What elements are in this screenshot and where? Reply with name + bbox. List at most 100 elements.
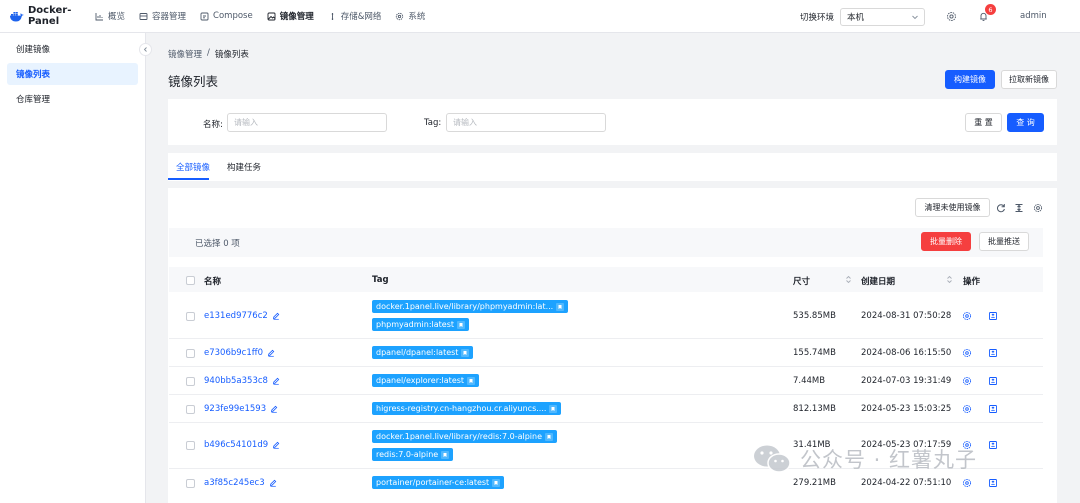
settings-icon[interactable] [962,376,973,387]
row-divider [169,366,1043,367]
nav-item-storage-network[interactable]: 存储&网络 [328,10,382,22]
user-menu[interactable]: admin [1020,11,1047,21]
edit-icon[interactable] [263,349,275,357]
nav-item-overview[interactable]: 概览 [95,10,125,22]
chart-icon [95,12,108,21]
image-name-link[interactable]: 923fe99e1593 [204,404,278,414]
image-tag[interactable]: dpanel/explorer:latest [372,374,480,387]
batch-delete-button[interactable]: 批量删除 [921,232,971,251]
image-name-link[interactable]: e7306b9c1ff0 [204,348,275,358]
sidebar-collapse-button[interactable] [139,43,152,56]
tag-search-input[interactable] [446,113,606,132]
settings-icon[interactable] [962,404,973,415]
edit-icon[interactable] [268,377,280,385]
query-button[interactable]: 查 询 [1007,113,1044,132]
image-tag[interactable]: docker.1panel.live/library/redis:7.0-alp… [372,430,558,443]
bookmark-icon [441,450,450,459]
push-image-icon[interactable] [988,376,999,387]
image-tag-label: docker.1panel.live/library/redis:7.0-alp… [376,432,543,441]
bookmark-icon [467,376,476,385]
nav-item-system[interactable]: 系统 [395,10,425,22]
column-header-tag: Tag [372,275,389,285]
settings-icon[interactable] [962,478,973,489]
clean-unused-images-button[interactable]: 清理未使用镜像 [915,198,990,217]
env-select[interactable]: 本机 [840,8,925,26]
nav-item-images[interactable]: 镜像管理 [267,10,314,22]
image-tag[interactable]: phpmyadmin:latest [372,318,470,331]
image-name-link[interactable]: e131ed9776c2 [204,311,280,321]
row-checkbox[interactable] [186,312,195,321]
sort-icon[interactable] [946,275,953,284]
column-header-created[interactable]: 创建日期 [861,275,895,287]
image-tag[interactable]: portainer/portainer-ce:latest [372,476,505,489]
select-all-checkbox[interactable] [186,276,195,285]
image-name-link[interactable]: a3f85c245ec3 [204,478,277,488]
image-size: 535.85MB [793,311,836,321]
nav-item-compose[interactable]: Compose [200,11,253,21]
sort-icon[interactable] [845,275,852,284]
edit-icon[interactable] [268,312,280,320]
nav-label: 存储&网络 [340,12,382,22]
column-header-actions: 操作 [963,277,981,287]
pull-image-button[interactable]: 拉取新镜像 [1001,70,1057,89]
tab-build-tasks[interactable]: 构建任务 [227,161,261,173]
chevron-down-icon [911,13,919,21]
column-settings-icon[interactable] [1031,201,1044,214]
breadcrumb-current: 镜像列表 [214,50,249,60]
image-created-date: 2024-05-23 15:03:25 [861,404,952,414]
image-tag-label: higress-registry.cn-hangzhou.cr.aliyuncs… [376,404,547,413]
sidebar-item-create-image[interactable]: 创建镜像 [7,38,138,60]
nav-item-containers[interactable]: 容器管理 [139,10,186,22]
image-created-date: 2024-04-22 07:51:10 [861,478,952,488]
row-checkbox[interactable] [186,377,195,386]
edit-icon[interactable] [266,405,278,413]
image-tag[interactable]: docker.1panel.live/library/phpmyadmin:la… [372,300,569,313]
settings-icon[interactable] [962,348,973,359]
image-tag[interactable]: dpanel/dpanel:latest [372,346,474,359]
batch-push-button[interactable]: 批量推送 [979,232,1029,251]
refresh-icon[interactable] [994,201,1007,214]
image-tag[interactable]: redis:7.0-alpine [372,448,454,461]
brand[interactable]: Docker-Panel [9,5,95,27]
row-checkbox[interactable] [186,349,195,358]
build-image-button[interactable]: 构建镜像 [945,70,995,89]
settings-icon[interactable] [944,9,958,23]
sidebar-item-image-list[interactable]: 镜像列表 [7,63,138,85]
reset-button[interactable]: 重 置 [965,113,1002,132]
column-header-size[interactable]: 尺寸 [793,275,810,287]
name-search-input[interactable] [227,113,387,132]
container-icon [139,12,152,21]
row-checkbox[interactable] [186,441,195,450]
column-header-name: 名称 [204,277,222,287]
settings-icon[interactable] [962,311,973,322]
image-size: 7.44MB [793,376,826,386]
image-created-date: 2024-08-31 07:50:28 [861,311,952,321]
env-select-value: 本机 [847,13,865,23]
push-image-icon[interactable] [988,311,999,322]
breadcrumb-separator: / [207,48,210,58]
settings-icon[interactable] [962,440,973,451]
push-image-icon[interactable] [988,440,999,451]
row-checkbox[interactable] [186,479,195,488]
edit-icon[interactable] [268,441,280,449]
edit-icon[interactable] [265,479,277,487]
image-id: b496c54101d9 [204,440,269,450]
tabs-card [168,153,1057,181]
image-name-link[interactable]: 940bb5a353c8 [204,376,280,386]
column-height-icon[interactable] [1012,201,1025,214]
storage-icon [328,12,341,21]
table-header [169,267,1043,292]
image-created-date: 2024-08-06 16:15:50 [861,348,952,358]
push-image-icon[interactable] [988,404,999,415]
row-checkbox[interactable] [186,405,195,414]
nav-label: 概览 [108,12,126,22]
image-created-date: 2024-05-23 07:17:59 [861,440,952,450]
image-name-link[interactable]: b496c54101d9 [204,440,280,450]
push-image-icon[interactable] [988,478,999,489]
breadcrumb-parent[interactable]: 镜像管理 [168,48,202,60]
push-image-icon[interactable] [988,348,999,359]
image-tag[interactable]: higress-registry.cn-hangzhou.cr.aliyuncs… [372,402,562,415]
tab-all-images[interactable]: 全部镜像 [176,161,210,173]
image-size: 279.21MB [793,478,836,488]
sidebar-item-registry[interactable]: 仓库管理 [7,88,138,110]
